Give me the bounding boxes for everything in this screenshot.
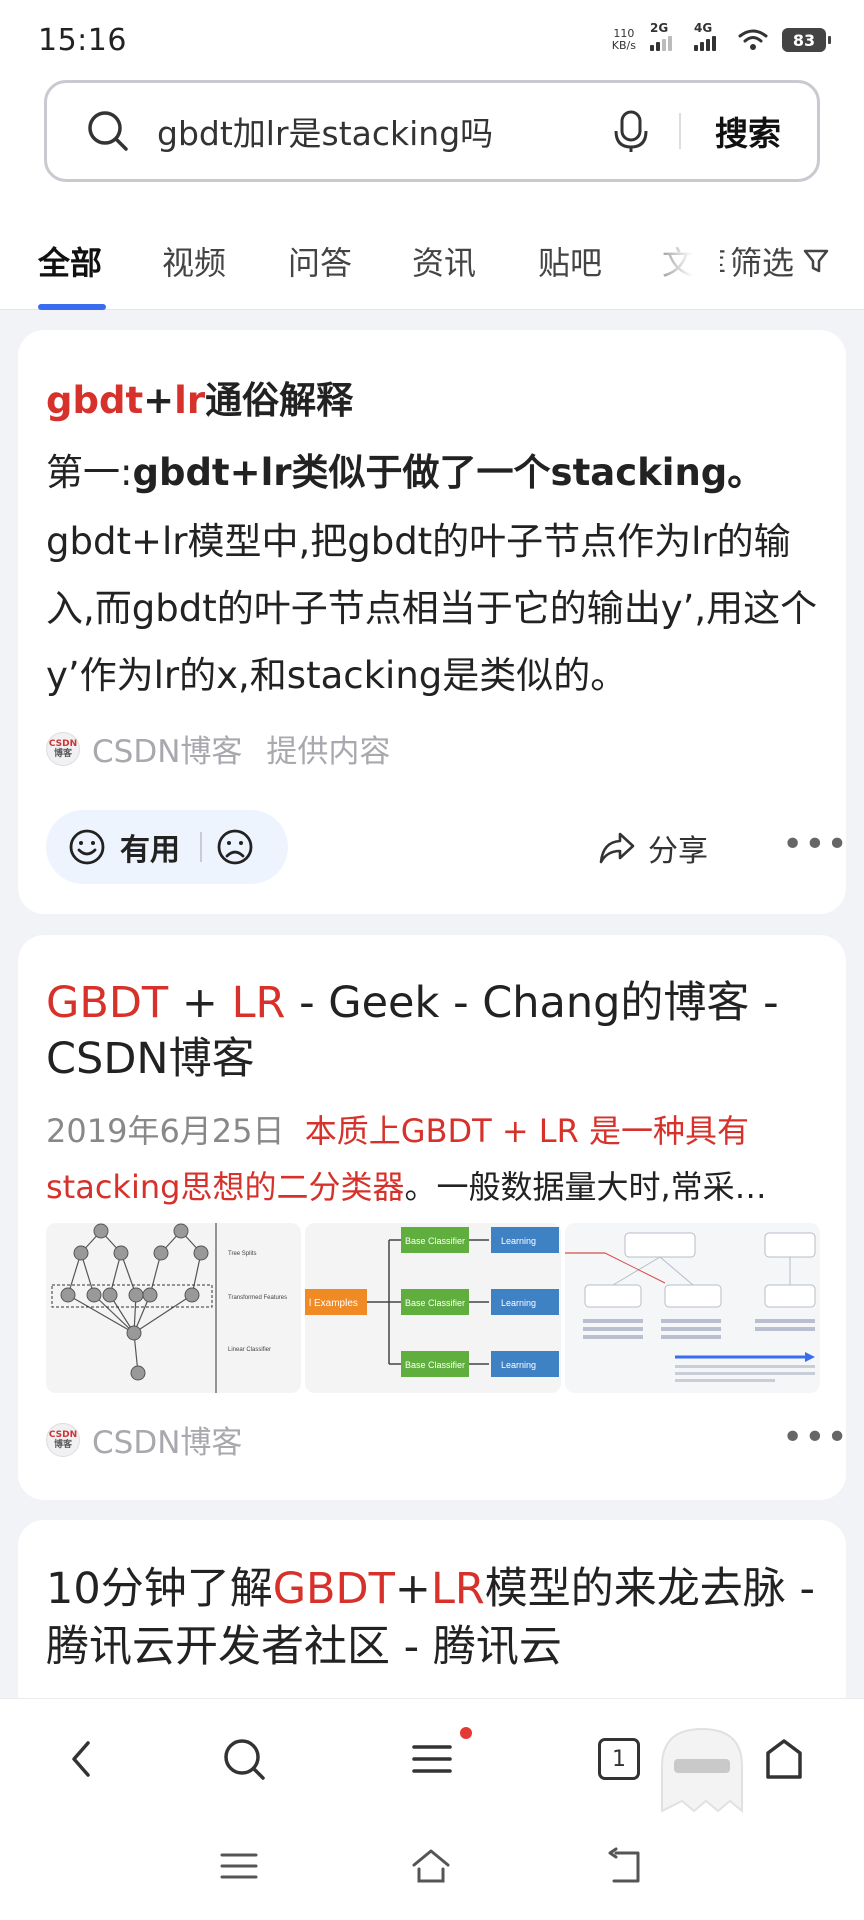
- tab-tieba[interactable]: 贴吧: [538, 238, 602, 284]
- status-icons: 110 KB/s 2G 4G 83: [612, 21, 831, 52]
- result-title-keyword-gbdt: GBDT: [46, 978, 169, 1028]
- result-title-2[interactable]: 10分钟了解GBDT+LR模型的来龙去脉 - 腾讯云开发者社区 - 腾讯云: [46, 1560, 836, 1676]
- result-date: 2019年6月25日: [46, 1112, 285, 1150]
- answer-key-sentence: 第一:gbdt+lr类似于做了一个stacking。: [46, 442, 764, 496]
- system-back-icon[interactable]: [604, 1845, 646, 1887]
- tab-all[interactable]: 全部: [38, 238, 102, 284]
- more-options-icon[interactable]: •••: [782, 1417, 849, 1458]
- tabs-count-icon[interactable]: 1: [598, 1738, 640, 1780]
- result-title-keyword-lr: LR: [231, 978, 286, 1028]
- active-tab-indicator: [38, 304, 106, 310]
- battery-level: 83: [792, 30, 816, 50]
- thumb2-label-learning2: Learning: [501, 1298, 536, 1308]
- useful-label: 有用: [120, 833, 180, 868]
- answer-source-name: CSDN博客: [92, 734, 243, 770]
- thumb2-label-base2: Base Classifier: [405, 1298, 465, 1308]
- result2-title-plus: +: [394, 1564, 431, 1614]
- answer-source[interactable]: CSDN 博客 CSDN博客 提供内容: [46, 726, 390, 771]
- answer-source-suffix: 提供内容: [266, 734, 391, 770]
- answer-card[interactable]: gbdt+lr通俗解释 第一:gbdt+lr类似于做了一个stacking。 g…: [18, 330, 849, 914]
- search-icon: [88, 111, 128, 151]
- answer-title-keyword-gbdt: gbdt: [46, 379, 144, 422]
- result2-title-keyword-lr: LR: [430, 1564, 485, 1614]
- search-bar-area: gbdt加lr是stacking吗 搜索: [0, 80, 864, 210]
- ghost-mascot-icon: [661, 1727, 743, 1814]
- system-recents-icon[interactable]: [218, 1845, 260, 1887]
- result-source[interactable]: CSDN 博客 CSDN博客: [46, 1417, 242, 1462]
- status-time: 15:16: [38, 22, 127, 58]
- result2-title-keyword-gbdt: GBDT: [272, 1564, 395, 1614]
- signal-2g-label: 2G: [650, 21, 669, 35]
- thumb2-label-learning3: Learning: [501, 1360, 536, 1370]
- thumb1-label-tree-splits: Tree Splits: [228, 1251, 256, 1257]
- signal-2g-icon: 2G: [650, 21, 680, 51]
- share-button[interactable]: 分享: [598, 826, 708, 870]
- thumb2-label-base1: Base Classifier: [405, 1236, 465, 1246]
- more-options-icon[interactable]: •••: [782, 824, 849, 865]
- network-speed-unit: KB/s: [611, 39, 636, 52]
- network-speed: 110 KB/s: [612, 28, 636, 52]
- thumb2-label-examples: l Examples: [309, 1298, 358, 1309]
- signal-4g-label: 4G: [694, 21, 713, 35]
- tab-fade-overlay: [630, 230, 720, 290]
- search-divider: [679, 113, 681, 149]
- result-title[interactable]: GBDT + LR - Geek - Chang的博客 - CSDN博客: [46, 975, 836, 1087]
- result-thumbnails[interactable]: Tree Splits Transformed Features Linear …: [46, 1223, 820, 1393]
- tab-video[interactable]: 视频: [162, 238, 226, 284]
- search-input[interactable]: gbdt加lr是stacking吗: [157, 107, 609, 155]
- back-arrow-icon[interactable]: [58, 1735, 106, 1783]
- smile-icon: [69, 829, 105, 865]
- csdn-logo-icon: CSDN 博客: [46, 731, 80, 766]
- share-arrow-icon: [599, 832, 635, 864]
- result-tabs: 全部 视频 问答 资讯 贴吧 文库 筛选: [0, 210, 864, 310]
- system-home-icon[interactable]: [410, 1845, 452, 1887]
- thumb1-label-transformed: Transformed Features: [228, 1295, 287, 1301]
- result-snippet-rest: 。一般数据量大时,常采…: [404, 1168, 767, 1206]
- thumb2-label-learning1: Learning: [501, 1236, 536, 1246]
- filter-funnel-icon: [803, 249, 829, 273]
- feedback-pill: 有用: [46, 810, 288, 884]
- answer-body: gbdt+lr模型中,把gbdt的叶子节点作为lr的输入,而gbdt的叶子节点相…: [46, 520, 818, 697]
- notification-dot: [460, 1727, 472, 1739]
- answer-title-rest: 通俗解释: [205, 379, 354, 422]
- thumb1-label-linear: Linear Classifier: [228, 1347, 271, 1353]
- thumb2-label-base3: Base Classifier: [405, 1360, 465, 1370]
- signal-4g-icon: 4G: [694, 21, 724, 51]
- battery-icon: 83: [782, 28, 831, 52]
- frown-icon[interactable]: [216, 828, 254, 866]
- search-box[interactable]: gbdt加lr是stacking吗 搜索: [44, 80, 820, 182]
- answer-title-plus: +: [143, 379, 175, 422]
- feedback-divider: [200, 832, 202, 862]
- bottom-navigation: 1: [0, 1698, 864, 1920]
- answer-title-keyword-lr: lr: [174, 379, 206, 422]
- microphone-icon[interactable]: [609, 109, 653, 153]
- tab-qa[interactable]: 问答: [288, 238, 352, 284]
- tab-news[interactable]: 资讯: [412, 238, 476, 284]
- result-source-name: CSDN博客: [92, 1425, 243, 1461]
- thumbnail-tree-diagram[interactable]: Tree Splits Transformed Features Linear …: [46, 1223, 302, 1393]
- thumbnail-ensemble-diagram[interactable]: l Examples Base Classifier Base Classifi…: [305, 1223, 561, 1393]
- result2-title-prefix: 10分钟了解: [46, 1564, 273, 1614]
- answer-key-highlight: gbdt+lr类似于做了一个stacking。: [132, 451, 765, 494]
- filter-button[interactable]: 筛选: [730, 238, 830, 284]
- search-result-card[interactable]: GBDT + LR - Geek - Chang的博客 - CSDN博客 201…: [18, 935, 849, 1500]
- tabs-count: 1: [612, 1746, 626, 1772]
- answer-title[interactable]: gbdt+lr通俗解释: [46, 370, 353, 424]
- result-title-plus: +: [168, 978, 232, 1028]
- share-label: 分享: [648, 834, 708, 869]
- wifi-icon: [738, 29, 768, 50]
- search-button[interactable]: 搜索: [715, 107, 781, 155]
- filter-label: 筛选: [730, 244, 795, 282]
- search-tab-icon[interactable]: [220, 1735, 268, 1783]
- home-shape-icon[interactable]: [760, 1735, 808, 1783]
- status-bar: 15:16 110 KB/s 2G 4G 83: [0, 0, 864, 80]
- csdn-logo-icon: CSDN 博客: [46, 1422, 80, 1457]
- useful-button[interactable]: 有用: [68, 825, 180, 869]
- menu-icon[interactable]: [408, 1735, 456, 1783]
- answer-key-prefix: 第一:: [46, 451, 133, 494]
- thumbnail-feature-diagram[interactable]: [564, 1223, 820, 1393]
- result-snippet: 2019年6月25日 本质上GBDT + LR 是一种具有stacking思想的…: [46, 1103, 836, 1215]
